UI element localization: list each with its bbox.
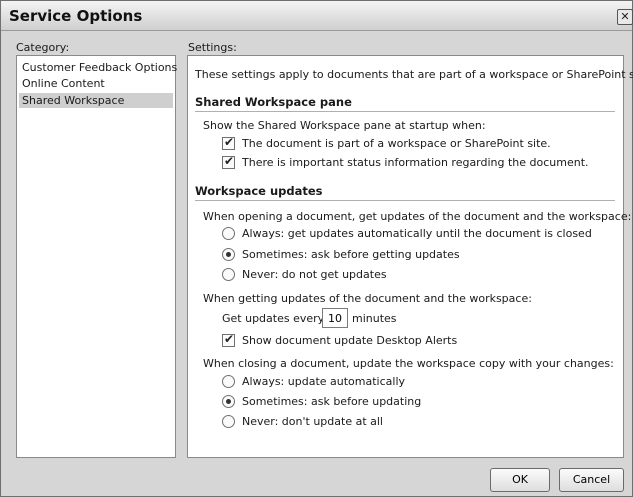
closing-sometimes-label[interactable]: Sometimes: ask before updating bbox=[242, 395, 421, 409]
cancel-button[interactable]: Cancel bbox=[559, 468, 624, 492]
category-item-shared-workspace[interactable]: Shared Workspace bbox=[19, 93, 173, 108]
updates-section-divider bbox=[195, 200, 615, 201]
service-options-dialog: Service Options ✕ Category: Settings: Cu… bbox=[0, 0, 633, 497]
close-icon[interactable]: ✕ bbox=[617, 9, 633, 25]
pane-section-divider bbox=[195, 111, 615, 112]
pane-option-workspace-label[interactable]: The document is part of a workspace or S… bbox=[242, 137, 551, 151]
desktop-alerts-label[interactable]: Show document update Desktop Alerts bbox=[242, 334, 457, 348]
desktop-alerts-checkbox[interactable]: ✔ bbox=[222, 332, 235, 347]
pane-option-workspace-checkbox[interactable]: ✔ bbox=[222, 135, 235, 150]
getting-label: When getting updates of the document and… bbox=[203, 292, 532, 305]
category-item-online-content[interactable]: Online Content bbox=[19, 76, 173, 91]
pane-option-status-checkbox[interactable]: ✔ bbox=[222, 154, 235, 169]
opening-never-radio[interactable] bbox=[222, 268, 235, 281]
show-pane-label: Show the Shared Workspace pane at startu… bbox=[203, 119, 486, 132]
closing-label: When closing a document, update the work… bbox=[203, 357, 614, 370]
settings-label: Settings: bbox=[188, 41, 237, 54]
get-every-suffix: minutes bbox=[352, 312, 397, 325]
updates-section-heading: Workspace updates bbox=[195, 184, 323, 198]
closing-sometimes-radio[interactable] bbox=[222, 395, 235, 408]
category-item-customer-feedback[interactable]: Customer Feedback Options bbox=[19, 60, 177, 75]
radio-selected-dot bbox=[226, 399, 231, 404]
dialog-title: Service Options bbox=[9, 7, 143, 25]
opening-label: When opening a document, get updates of … bbox=[203, 210, 632, 223]
update-interval-input[interactable] bbox=[322, 308, 348, 328]
get-every-prefix: Get updates every bbox=[222, 312, 325, 325]
check-icon: ✔ bbox=[224, 154, 235, 168]
title-bar[interactable]: Service Options ✕ bbox=[1, 1, 633, 31]
opening-sometimes-radio[interactable] bbox=[222, 248, 235, 261]
check-icon: ✔ bbox=[224, 332, 235, 346]
closing-never-radio[interactable] bbox=[222, 415, 235, 428]
opening-never-label[interactable]: Never: do not get updates bbox=[242, 268, 387, 282]
closing-always-radio[interactable] bbox=[222, 375, 235, 388]
radio-selected-dot bbox=[226, 252, 231, 257]
closing-always-label[interactable]: Always: update automatically bbox=[242, 375, 405, 389]
opening-sometimes-label[interactable]: Sometimes: ask before getting updates bbox=[242, 248, 460, 262]
category-list[interactable]: Customer Feedback Options Online Content… bbox=[16, 55, 177, 458]
settings-intro: These settings apply to documents that a… bbox=[195, 68, 633, 81]
closing-never-label[interactable]: Never: don't update at all bbox=[242, 415, 383, 429]
ok-button[interactable]: OK bbox=[490, 468, 550, 492]
opening-always-label[interactable]: Always: get updates automatically until … bbox=[242, 227, 592, 241]
category-label: Category: bbox=[16, 41, 70, 54]
opening-always-radio[interactable] bbox=[222, 227, 235, 240]
settings-panel: These settings apply to documents that a… bbox=[187, 55, 633, 458]
pane-section-heading: Shared Workspace pane bbox=[195, 95, 352, 109]
check-icon: ✔ bbox=[224, 135, 235, 149]
pane-option-status-label[interactable]: There is important status information re… bbox=[242, 156, 589, 170]
